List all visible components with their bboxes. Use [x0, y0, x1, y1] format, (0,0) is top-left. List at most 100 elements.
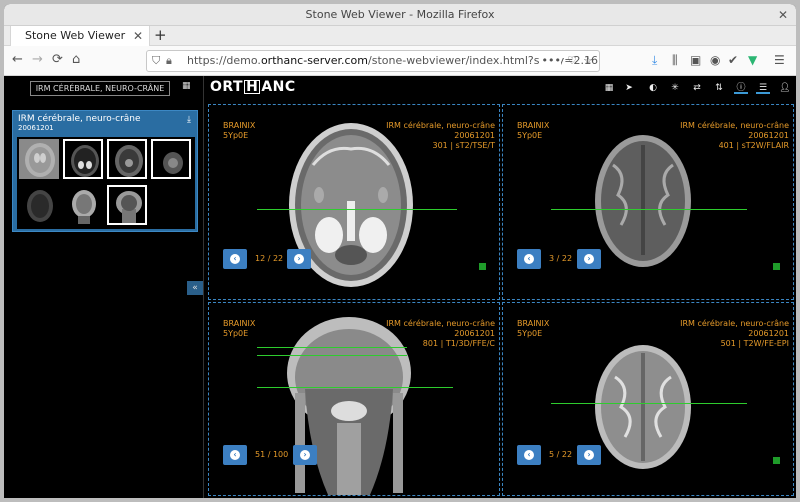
overlay-top-left: BRAINIX 5Yp0E — [223, 319, 255, 339]
previous-frame-button[interactable]: ‹ — [223, 445, 247, 465]
patient-field[interactable]: IRM CÉRÉBRALE, NEURO-CRÂNE — [30, 81, 170, 96]
study-description: IRM cérébrale, neuro-crâne — [386, 319, 495, 328]
pocket-icon[interactable]: ♡ — [567, 51, 577, 71]
viewport-1[interactable]: BRAINIX 5Yp0E IRM cérébrale, neuro-crâne… — [208, 104, 500, 300]
series-thumbnail[interactable] — [107, 139, 147, 179]
viewport-4[interactable]: BRAINIX 5Yp0E IRM cérébrale, neuro-crâne… — [502, 302, 794, 496]
browser-window: Stone Web Viewer - Mozilla Firefox ✕ Sto… — [4, 4, 796, 498]
previous-frame-button[interactable]: ‹ — [223, 249, 247, 269]
browser-tab[interactable]: Stone Web Viewer ✕ — [10, 26, 150, 46]
shield-icon[interactable]: ⛉ — [152, 51, 160, 71]
pointer-icon[interactable]: ➤ — [622, 82, 636, 94]
new-tab-icon[interactable]: + — [154, 26, 167, 44]
patient-name: BRAINIX — [517, 319, 550, 328]
series-thumbnails — [17, 137, 195, 229]
sync-indicator — [773, 263, 780, 270]
frame-counter: 3 / 22 — [549, 254, 573, 263]
logo-text-box: H — [244, 79, 261, 95]
list-view-icon[interactable]: ▦ — [182, 82, 192, 92]
sidebar-toggle-icon[interactable]: ▣ — [690, 53, 701, 67]
series-thumbnail[interactable] — [63, 139, 103, 179]
tab-close-icon[interactable]: ✕ — [133, 26, 143, 46]
extension3-icon[interactable]: ▼ — [748, 53, 757, 67]
flip-icon[interactable]: ⇅ — [712, 82, 726, 94]
bookmark-star-icon[interactable]: ☆ — [583, 51, 593, 71]
reference-line — [257, 209, 457, 210]
window-titlebar: Stone Web Viewer - Mozilla Firefox ✕ — [4, 4, 796, 26]
chevron-left-icon: ‹ — [524, 254, 534, 264]
reference-line — [257, 347, 407, 348]
next-frame-button[interactable]: › — [577, 249, 601, 269]
logo-text-left: ORT — [210, 79, 244, 95]
sync-icon[interactable]: ⇄ — [690, 82, 704, 94]
study-date: 20061201 — [454, 131, 495, 140]
series-thumbnail[interactable] — [107, 185, 147, 225]
navigation-bar: ← → ⟳ ⌂ ⛉ 🔒︎ https://demo.orthanc-server… — [4, 46, 796, 76]
viewport-3[interactable]: BRAINIX 5Yp0E IRM cérébrale, neuro-crâne… — [208, 302, 500, 496]
info-icon[interactable]: ⓘ — [734, 82, 748, 94]
series-thumbnail[interactable] — [63, 185, 103, 225]
viewer-toolbar: ORT H ANC ▦ ➤ ◐ ✳ ⇄ ⇅ ⓘ ☰ 👤︎ — [204, 76, 796, 100]
tab-label: Stone Web Viewer — [25, 29, 126, 42]
window-close-icon[interactable]: ✕ — [778, 4, 788, 26]
extension-icon[interactable]: ◉ — [710, 53, 720, 67]
reload-icon[interactable]: ⟳ — [52, 52, 63, 68]
tab-bar: Stone Web Viewer ✕ + — [4, 26, 796, 46]
study-card[interactable]: IRM cérébrale, neuro-crâne 20061201 ⤓ — [12, 110, 198, 232]
menu-icon[interactable]: ☰ — [774, 53, 785, 67]
orthanc-logo: ORT H ANC — [210, 79, 296, 95]
overlay-top-left: BRAINIX 5Yp0E — [517, 319, 549, 339]
patient-name: BRAINIX — [223, 121, 256, 130]
chevron-right-icon: › — [300, 450, 310, 460]
home-icon[interactable]: ⌂ — [72, 52, 80, 68]
previous-frame-button[interactable]: ‹ — [517, 249, 541, 269]
next-frame-button[interactable]: › — [293, 445, 317, 465]
overlay-top-right: IRM cérébrale, neuro-crâne 20061201 501 … — [680, 319, 789, 349]
series-thumbnail[interactable] — [19, 185, 59, 225]
page-actions-icon[interactable]: ••• — [538, 51, 561, 71]
reference-line — [551, 403, 747, 404]
back-icon[interactable]: ← — [12, 52, 23, 68]
chevron-right-icon: › — [294, 254, 304, 264]
overlay-top-left: BRAINIX 5Yp0E — [223, 121, 255, 141]
lock-icon[interactable]: 🔒︎ — [166, 51, 172, 71]
chevron-right-icon: › — [584, 450, 594, 460]
viewport-2[interactable]: BRAINIX 5Yp0E IRM cérébrale, neuro-crâne… — [502, 104, 794, 300]
reference-line — [257, 355, 407, 356]
next-frame-button[interactable]: › — [577, 445, 601, 465]
windowing-icon[interactable]: ✳ — [668, 82, 682, 94]
menu-icon[interactable]: ☰ — [756, 82, 770, 94]
contrast-icon[interactable]: ◐ — [646, 82, 660, 94]
url-bar[interactable]: ⛉ 🔒︎ https://demo.orthanc-server.com/sto… — [146, 50, 600, 72]
layout-grid-icon[interactable]: ▦ — [602, 82, 616, 94]
patient-id: 5Yp0E — [223, 131, 249, 140]
patient-name: BRAINIX — [517, 121, 550, 130]
download-icon[interactable]: ⤓ — [652, 53, 657, 67]
viewer-area: ORT H ANC ▦ ➤ ◐ ✳ ⇄ ⇅ ⓘ ☰ 👤︎ BRAINIX 5Yp… — [204, 76, 796, 498]
user-icon[interactable]: 👤︎ — [778, 82, 792, 94]
chevron-left-icon: ‹ — [230, 450, 240, 460]
url-prefix: https://demo. — [187, 54, 261, 67]
download-icon[interactable]: ⤓ — [187, 115, 191, 125]
collapse-sidebar-button[interactable]: « — [187, 281, 203, 295]
series-thumbnail[interactable] — [19, 139, 59, 179]
library-icon[interactable]: ⫼ — [672, 53, 678, 67]
previous-frame-button[interactable]: ‹ — [517, 445, 541, 465]
overlay-top-right: IRM cérébrale, neuro-crâne 20061201 801 … — [386, 319, 495, 349]
url-host: orthanc-server.com — [260, 54, 369, 67]
study-date: 20061201 — [748, 131, 789, 140]
forward-icon[interactable]: → — [32, 52, 43, 68]
extension2-icon[interactable]: ✔ — [728, 53, 738, 67]
study-date: 20061201 — [18, 124, 54, 132]
patient-id: 5Yp0E — [517, 329, 543, 338]
series-description: 401 | sT2W/FLAIR — [718, 141, 789, 150]
overlay-top-right: IRM cérébrale, neuro-crâne 20061201 401 … — [680, 121, 789, 151]
study-sidebar: IRM CÉRÉBRALE, NEURO-CRÂNE ▦ IRM cérébra… — [4, 76, 204, 498]
next-frame-button[interactable]: › — [287, 249, 311, 269]
series-description: 501 | T2W/FE-EPI — [720, 339, 789, 348]
series-thumbnail[interactable] — [151, 139, 191, 179]
frame-counter: 5 / 22 — [549, 450, 573, 459]
study-description: IRM cérébrale, neuro-crâne — [386, 121, 495, 130]
series-description: 801 | T1/3D/FFE/C — [422, 339, 495, 348]
chevron-left-icon: ‹ — [524, 450, 534, 460]
